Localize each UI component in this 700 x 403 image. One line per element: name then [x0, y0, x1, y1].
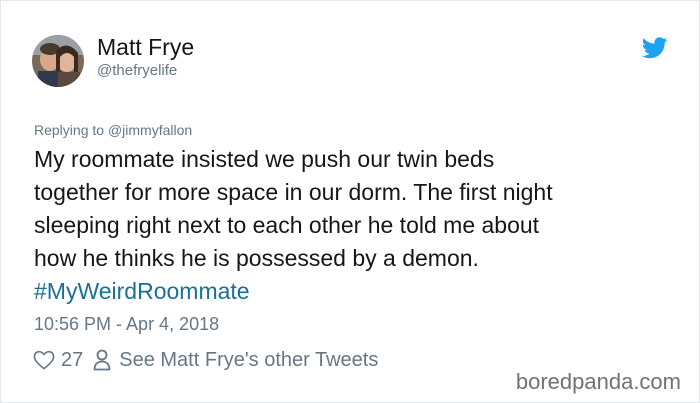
tweet-text-line: together for more space in our dorm. The… [34, 179, 553, 205]
likes-count: 27 [61, 348, 84, 371]
avatar[interactable] [32, 35, 84, 87]
user-handle[interactable]: @thefryelife [97, 62, 177, 80]
avatar-image [32, 35, 84, 87]
replying-to: Replying to @jimmyfallon [34, 122, 192, 139]
tweet-text: My roommate insisted we push our twin be… [34, 143, 674, 308]
tweet-actions: 27 See Matt Frye's other Tweets [33, 347, 378, 373]
heart-icon[interactable] [33, 350, 55, 370]
display-name[interactable]: Matt Frye [97, 33, 194, 61]
replying-to-label: Replying to [34, 122, 105, 138]
tweet-text-line: sleeping right next to each other he tol… [34, 212, 540, 238]
tweet-text-line: how he thinks he is possessed by a demon… [34, 245, 479, 271]
see-other-tweets-link[interactable]: See Matt Frye's other Tweets [119, 349, 378, 372]
tweet-text-line: My roommate insisted we push our twin be… [34, 146, 495, 172]
hashtag-link[interactable]: #MyWeirdRoommate [34, 275, 674, 308]
person-icon [93, 349, 111, 371]
reply-mention-link[interactable]: @jimmyfallon [108, 122, 192, 138]
watermark: boredpanda.com [515, 369, 681, 394]
tweet-timestamp[interactable]: 10:56 PM - Apr 4, 2018 [34, 313, 219, 335]
tweet-card: Matt Frye @thefryelife Replying to @jimm… [0, 0, 700, 403]
twitter-bird-icon[interactable] [642, 37, 668, 59]
